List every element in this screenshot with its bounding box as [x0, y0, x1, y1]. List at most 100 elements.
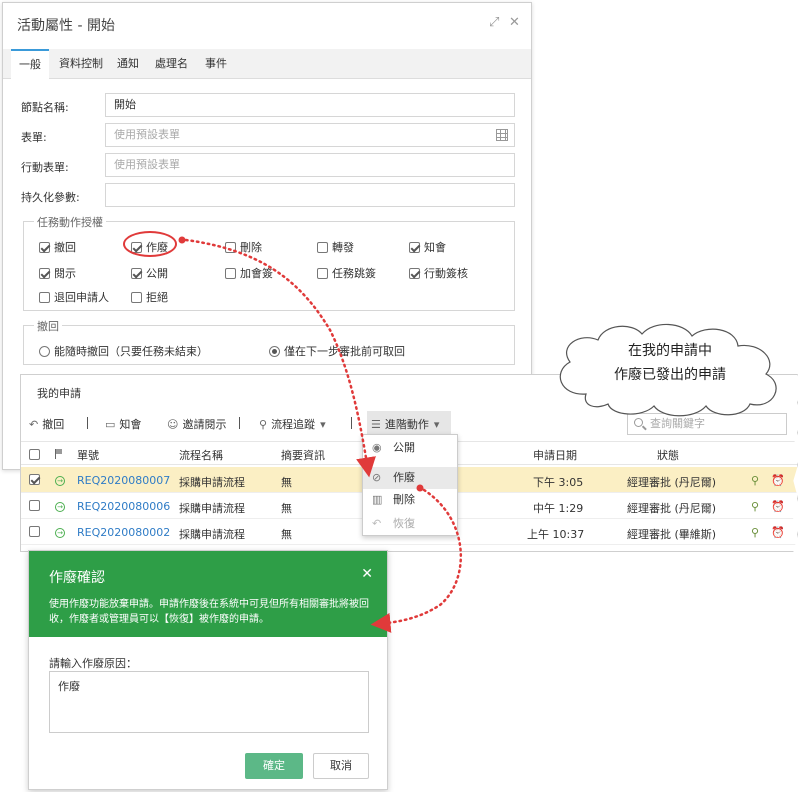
perm-label: 公開 [146, 267, 168, 280]
alarm-icon[interactable]: ⏰ [771, 526, 785, 539]
menu-label: 公開 [393, 441, 415, 454]
user-icon: ☺ [167, 418, 179, 431]
col-summary[interactable]: 摘要資訊 [281, 447, 325, 463]
perm-return-applicant-checkbox[interactable]: 退回申請人 [39, 289, 109, 305]
perm-add-sign-checkbox[interactable]: 加會簽 [225, 265, 273, 281]
tab-notification[interactable]: 通知 [109, 49, 147, 79]
perm-withdraw-checkbox[interactable]: 撤回 [39, 239, 76, 255]
menu-item-void[interactable]: ⊘ 作廢 [363, 467, 457, 489]
perm-review-checkbox[interactable]: 閱示 [39, 265, 76, 281]
map-pin-icon: ⚲ [259, 418, 268, 431]
mobile-form-label: 行動表單: [21, 161, 69, 174]
close-icon[interactable]: ✕ [361, 566, 373, 582]
map-pin-icon[interactable]: ⚲ [751, 474, 759, 487]
tab-events[interactable]: 事件 [197, 49, 235, 79]
row-checkbox[interactable] [29, 525, 44, 538]
perm-reject-checkbox[interactable]: 拒絕 [131, 289, 168, 305]
flag-icon [55, 449, 63, 462]
checkbox-icon [409, 268, 420, 279]
advanced-actions-menu: ◉ 公開 ⊘ 作廢 ▥ 刪除 ↶ 恢復 [362, 434, 458, 536]
checkbox-icon [29, 449, 40, 460]
row-flow: 採購申請流程 [179, 528, 245, 541]
perm-label: 行動簽核 [424, 267, 468, 280]
select-all-checkbox[interactable] [29, 448, 44, 461]
col-id[interactable]: 單號 [77, 447, 99, 463]
perm-label: 撤回 [54, 241, 76, 254]
alarm-icon[interactable]: ⏰ [771, 474, 785, 487]
radio-icon [269, 346, 280, 357]
col-flow[interactable]: 流程名稱 [179, 447, 223, 463]
withdraw-icon: ↶ [29, 418, 39, 431]
tab-general[interactable]: 一般 [11, 49, 49, 80]
cancel-button[interactable]: 取消 [313, 753, 369, 779]
dialog-header: 作廢確認 ✕ 使用作廢功能放棄申請。申請作廢後在系統中可見但所有相關審批將被回收… [29, 551, 387, 637]
row-id-link[interactable]: REQ2020080006 [77, 500, 170, 513]
row-summary: 無 [281, 502, 292, 515]
dialog-title: 作廢確認 [49, 570, 105, 586]
form-input[interactable]: 使用預設表單 [105, 123, 515, 147]
perm-label: 拒絕 [146, 291, 168, 304]
row-summary: 無 [281, 476, 292, 489]
perm-task-jump-checkbox[interactable]: 任務跳簽 [317, 265, 376, 281]
col-status[interactable]: 狀態 [657, 447, 679, 463]
checkbox-icon [317, 268, 328, 279]
form-label: 表單: [21, 131, 47, 144]
radio-label: 僅在下一步審批前可取回 [284, 345, 405, 358]
menu-label: 恢復 [393, 517, 415, 530]
reason-textarea[interactable]: 作廢 [49, 671, 369, 733]
menu-label: 刪除 [393, 493, 415, 506]
row-date: 下午 3:05 [533, 476, 584, 489]
status-arrow-icon: → [55, 499, 65, 512]
advanced-actions-button[interactable]: ☰ 進階動作 ▾ [371, 416, 443, 432]
col-date[interactable]: 申請日期 [533, 447, 577, 463]
alarm-icon[interactable]: ⏰ [771, 500, 785, 513]
persist-params-input[interactable] [105, 183, 515, 207]
tab-handler-name[interactable]: 處理名 [147, 49, 196, 79]
button-label: 知會 [119, 418, 142, 431]
node-name-input[interactable]: 開始 [105, 93, 515, 117]
perm-mobile-sign-checkbox[interactable]: 行動簽核 [409, 265, 468, 281]
callout-line-1: 在我的申請中 [628, 343, 712, 359]
tab-data-control[interactable]: 資料控制 [51, 49, 111, 79]
invite-review-button[interactable]: ☺ 邀請閱示 [167, 416, 226, 432]
row-checkbox[interactable] [29, 499, 44, 512]
expand-icon[interactable]: ⤢ [489, 15, 499, 30]
checkbox-icon [39, 292, 50, 303]
map-pin-icon[interactable]: ⚲ [751, 500, 759, 513]
row-id-link[interactable]: REQ2020080002 [77, 526, 170, 539]
confirm-button[interactable]: 確定 [245, 753, 303, 779]
form-picker-icon[interactable] [496, 129, 508, 141]
panel-title: 我的申請 [37, 387, 81, 400]
caret-down-icon: ▾ [433, 418, 440, 431]
perm-label: 刪除 [240, 241, 262, 254]
mobile-form-input[interactable]: 使用預設表單 [105, 153, 515, 177]
row-id-link[interactable]: REQ2020080007 [77, 474, 170, 487]
form-placeholder: 使用預設表單 [114, 128, 180, 141]
reason-label: 請輸入作廢原因： [49, 657, 137, 670]
withdraw-anytime-radio[interactable]: 能隨時撤回（只要任務未結束） [39, 343, 208, 359]
close-icon[interactable]: ✕ [509, 15, 520, 30]
annotation-ring [123, 231, 177, 257]
withdraw-before-next-radio[interactable]: 僅在下一步審批前可取回 [269, 343, 405, 359]
toolbar-divider [87, 417, 88, 429]
toolbar-divider [351, 417, 352, 429]
menu-item-public[interactable]: ◉ 公開 [363, 437, 457, 459]
withdraw-button[interactable]: ↶ 撤回 [29, 416, 64, 432]
perm-label: 閱示 [54, 267, 76, 280]
tab-bar: 一般 資料控制 通知 處理名 事件 [3, 49, 531, 80]
perm-notify-checkbox[interactable]: 知會 [409, 239, 446, 255]
flow-trace-button[interactable]: ⚲ 流程追蹤 ▾ [259, 416, 330, 432]
checkbox-icon [29, 474, 40, 485]
notify-button[interactable]: ▭ 知會 [105, 416, 141, 432]
map-pin-icon[interactable]: ⚲ [751, 526, 759, 539]
menu-item-delete[interactable]: ▥ 刪除 [363, 489, 457, 511]
checkbox-icon [131, 268, 142, 279]
row-flow: 採購申請流程 [179, 476, 245, 489]
row-checkbox[interactable] [29, 473, 44, 486]
perm-forward-checkbox[interactable]: 轉發 [317, 239, 354, 255]
checkbox-icon [317, 242, 328, 253]
perm-delete-checkbox[interactable]: 刪除 [225, 239, 262, 255]
callout-cloud: 在我的申請中 作廢已發出的申請 [546, 316, 794, 420]
button-label: 邀請閱示 [182, 418, 227, 431]
perm-public-checkbox[interactable]: 公開 [131, 265, 168, 281]
